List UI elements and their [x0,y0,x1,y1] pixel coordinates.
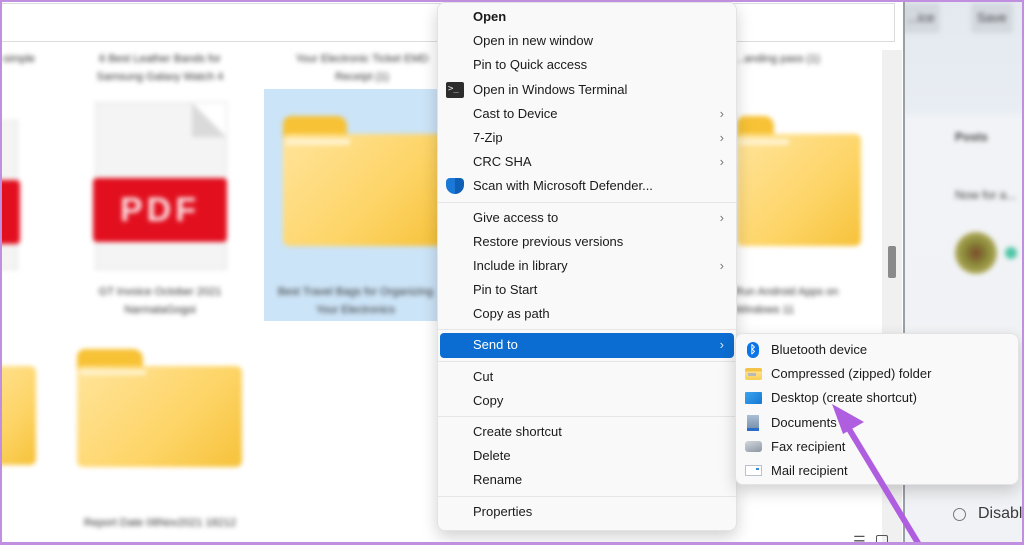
folder-icon [283,116,443,246]
menu-item-label: Pin to Start [473,282,538,298]
menu-item-label: Restore previous versions [473,233,624,249]
menu-item-cut[interactable]: Cut [438,365,736,389]
send-to-item-label: Fax recipient [771,438,846,454]
menu-item-label: Rename [473,472,523,488]
chevron-right-icon: › [719,105,724,121]
disable-option-label: Disabl... [978,505,1024,522]
menu-item-delete[interactable]: Delete [438,444,736,468]
menu-item-pin-to-start[interactable]: Pin to Start [438,278,736,302]
posts-heading: Posts [955,130,988,144]
menu-item-scan-with-microsoft-defender[interactable]: Scan with Microsoft Defender... [438,174,736,198]
tiles-view-icon[interactable] [875,535,888,545]
send-to-submenu: ᛒ Bluetooth device Compressed (zipped) fol… [735,333,1019,485]
send-to-item-desktop-create-shortcut[interactable]: Desktop (create shortcut) [736,386,1018,410]
fax-icon [745,440,762,452]
send-to-item-compressed-zipped-folder[interactable]: Compressed (zipped) folder [736,362,1018,386]
menu-item-label: Give access to [473,209,559,225]
avatar [955,232,997,274]
chevron-right-icon: › [719,209,724,225]
bluetooth-icon: ᛒ [747,342,759,358]
file-label[interactable]: Run Android Apps on Windows 11 [735,283,875,319]
menu-item-properties[interactable]: Properties [438,500,736,524]
send-to-item-label: Desktop (create shortcut) [771,390,917,406]
send-to-item-mail-recipient[interactable]: Mail recipient [736,459,1018,483]
menu-item-label: Create shortcut [473,424,562,439]
menu-item-label: Open [473,9,507,24]
send-to-item-bluetooth-device[interactable]: ᛒ Bluetooth device [736,338,1018,362]
menu-item-crc-sha[interactable]: CRC SHA › [438,150,736,174]
menu-item-label: Scan with Microsoft Defender... [473,178,653,194]
menu-item-create-shortcut[interactable]: Create shortcut [438,420,736,444]
side-button[interactable]: ...ice [905,3,941,33]
send-to-item-label: Documents [771,414,837,430]
details-view-icon[interactable]: ☰ [853,533,866,545]
menu-item-label: Copy as path [473,306,550,322]
status-dot [1005,247,1017,259]
file-label[interactable]: Report Date 08Nov2021 18212 [60,514,260,532]
menu-item-cast-to-device[interactable]: Cast to Device › [438,102,736,126]
file-label[interactable]: Best Travel Bags for Organizing Your Ele… [268,283,443,319]
menu-item-open-in-new-window[interactable]: Open in new window [438,29,736,53]
menu-item-copy-as-path[interactable]: Copy as path [438,302,736,326]
menu-separator [438,495,736,497]
menu-separator [438,329,736,331]
menu-item-label: Open in Windows Terminal [473,81,628,97]
chevron-right-icon: › [719,154,724,170]
folder-icon [0,350,36,465]
file-label[interactable]: GT Invoice October 2021 NarmataGogoi [80,283,240,319]
context-menu: Open Open in new window Pin to Quick acces… [437,2,737,531]
menu-item-label: Cast to Device [473,105,558,121]
menu-item-include-in-library[interactable]: Include in library › [438,254,736,278]
folder-icon [737,116,861,246]
menu-item-label: Pin to Quick access [473,57,588,73]
send-to-item-documents[interactable]: Documents [736,411,1018,435]
folder-icon [77,349,242,467]
save-button[interactable]: Save [971,3,1013,33]
mail-icon [745,464,762,476]
menu-item-label: Open in new window [473,33,593,49]
menu-item-label: Properties [473,503,533,519]
chevron-right-icon: › [719,337,724,353]
chevron-right-icon: › [719,257,724,273]
pdf-badge-icon [0,180,20,244]
menu-item-copy[interactable]: Copy [438,389,736,413]
send-to-item-label: Mail recipient [771,462,848,478]
side-subtext: Now for a... [955,188,1017,202]
file-label[interactable]: Your Electronic Ticket EMD Receipt (1) [282,50,442,86]
menu-item-pin-to-quick-access[interactable]: Pin to Quick access [438,53,736,77]
file-label[interactable]: ...anding pass (1) [735,50,835,68]
menu-item-give-access-to[interactable]: Give access to › [438,206,736,230]
menu-item-label: Include in library [473,257,568,273]
send-to-item-label: Bluetooth device [771,342,868,357]
menu-item-7-zip[interactable]: 7-Zip › [438,126,736,150]
menu-item-label: CRC SHA [473,154,532,170]
menu-item-open[interactable]: Open [438,5,736,29]
menu-item-label: Delete [473,448,511,464]
terminal-icon: >_ [446,81,464,98]
menu-separator [438,360,736,362]
radio-button[interactable] [953,507,966,521]
defender-shield-icon [446,178,464,195]
send-to-item-label: Compressed (zipped) folder [771,366,932,382]
menu-item-label: Copy [473,392,504,408]
menu-item-open-in-windows-terminal[interactable]: >_ Open in Windows Terminal [438,78,736,102]
file-label[interactable]: ...o simple [0,50,60,68]
menu-item-label: Cut [473,368,494,384]
file-label[interactable]: 6 Best Leather Bands for Samsung Galaxy … [80,50,240,86]
menu-item-rename[interactable]: Rename [438,468,736,492]
menu-separator [438,416,736,417]
scrollbar-thumb[interactable] [888,246,896,278]
chevron-right-icon: › [719,129,724,145]
menu-item-send-to[interactable]: Send to › [440,333,734,358]
zip-folder-icon [745,368,762,381]
menu-item-label: Send to [473,337,518,353]
send-to-item-fax-recipient[interactable]: Fax recipient [736,435,1018,459]
menu-item-restore-previous-versions[interactable]: Restore previous versions [438,230,736,254]
documents-icon [747,414,759,431]
menu-item-label: 7-Zip [473,129,503,145]
menu-separator [438,201,736,203]
pdf-badge: PDF [93,178,227,242]
desktop-icon [745,392,762,405]
